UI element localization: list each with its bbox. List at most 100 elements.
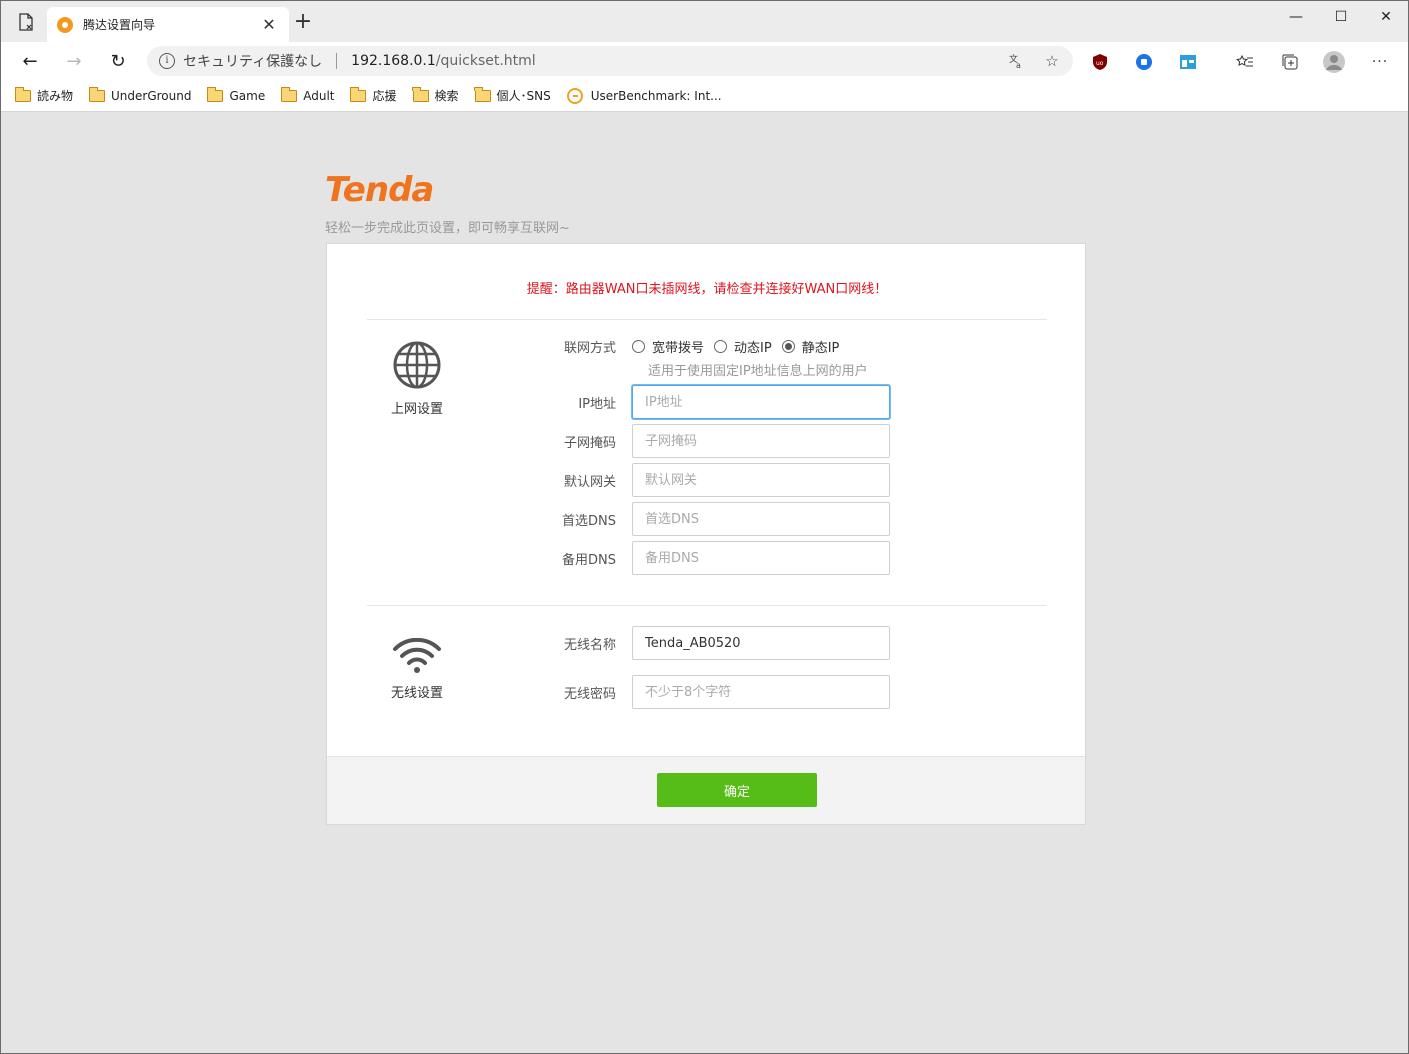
bookmark-item[interactable]: UserBenchmark: Int... (566, 87, 722, 104)
ssid-input[interactable] (632, 626, 890, 660)
settings-menu-icon[interactable]: ··· (1369, 51, 1391, 73)
gateway-label: 默认网关 (563, 474, 616, 490)
favorite-star-icon[interactable]: ☆ (1041, 51, 1063, 71)
wifi-icon (393, 637, 441, 673)
subnet-mask-input[interactable] (632, 424, 890, 458)
mode-label: 联网方式 (563, 341, 616, 356)
tab-close-icon[interactable]: ✕ (259, 15, 279, 34)
dns2-label: 备用DNS (562, 552, 616, 568)
internet-section-header: 上网设置 (387, 340, 447, 417)
wireless-section-label: 无线设置 (390, 686, 443, 701)
wireless-section-header: 无线设置 (387, 637, 447, 701)
confirm-button[interactable]: 确定 (657, 773, 817, 807)
bookmark-label: 個人･SNS (496, 89, 551, 103)
radio-pppoe[interactable]: 宽带拨号 (632, 337, 704, 356)
forward-button[interactable]: → (59, 47, 89, 75)
bookmark-label: 読み物 (37, 89, 74, 103)
bookmark-item[interactable]: 読み物 (14, 86, 74, 104)
mode-radio-group: 宽带拨号 动态IP 静态IP (632, 337, 849, 356)
maximize-button[interactable]: ☐ (1318, 1, 1364, 33)
bookmark-item[interactable]: 応援 (349, 86, 397, 104)
divider-middle (367, 605, 1047, 606)
svg-text:a: a (1016, 61, 1021, 69)
radio-circle-checked[interactable] (781, 340, 795, 353)
ssid-label: 无线名称 (563, 637, 616, 653)
folder-icon (474, 86, 491, 102)
internet-section-label: 上网设置 (390, 402, 443, 417)
ip-address-input[interactable] (632, 385, 890, 419)
bookmark-label: 検索 (434, 89, 459, 103)
globe-icon (393, 341, 441, 389)
ip-row: IP地址 (527, 385, 890, 419)
extension-window-icon[interactable] (1177, 51, 1199, 73)
bookmark-item[interactable]: 検索 (412, 86, 459, 104)
folder-icon (206, 86, 224, 102)
close-window-button[interactable]: ✕ (1363, 1, 1409, 33)
radio-dhcp-label: 动态IP (734, 341, 772, 356)
bookmark-item[interactable]: Adult (280, 86, 335, 103)
refresh-button[interactable]: ↻ (103, 47, 133, 75)
title-bar: 腾达设置向导 ✕ + — ☐ ✕ (1, 1, 1408, 42)
ublock-icon[interactable]: uo (1089, 51, 1111, 73)
card-footer: 确定 (327, 756, 1085, 824)
bookmark-item[interactable]: UnderGround (88, 86, 192, 103)
gateway-row: 默认网关 (527, 463, 890, 497)
radio-dhcp[interactable]: 动态IP (714, 337, 772, 356)
dns1-row: 首选DNS (527, 502, 890, 536)
gateway-input[interactable] (632, 463, 890, 497)
bookmark-label: UnderGround (111, 88, 192, 103)
favorites-list-icon[interactable] (1234, 51, 1256, 73)
security-status: セキュリティ保護なし (183, 54, 323, 70)
radio-circle[interactable] (632, 340, 645, 353)
bookmark-label: Adult (303, 88, 335, 103)
omnibox-divider (336, 53, 338, 69)
tab-actions-button[interactable] (13, 9, 39, 35)
browser-window: 腾达设置向导 ✕ + — ☐ ✕ ← → ↻ i セキュリティ保護なし 192.… (0, 0, 1409, 1054)
folder-icon (280, 86, 298, 102)
bookmark-item[interactable]: Game (206, 86, 266, 103)
info-icon[interactable]: i (159, 53, 175, 69)
tab-active[interactable]: 腾达设置向导 ✕ (47, 7, 289, 42)
new-tab-button[interactable]: + (291, 11, 315, 35)
mask-row: 子网掩码 (527, 424, 890, 458)
password-manager-icon[interactable] (1133, 51, 1155, 73)
password-label: 无线密码 (563, 686, 616, 702)
userbenchmark-icon (566, 87, 583, 104)
address-bar[interactable]: i セキュリティ保護なし 192.168.0.1/quickset.html 文… (147, 46, 1073, 76)
minimize-button[interactable]: — (1273, 1, 1319, 33)
password-row: 无线密码 (527, 675, 890, 709)
translate-icon[interactable]: 文a (1005, 51, 1027, 71)
divider-top (367, 319, 1047, 320)
tenda-logo: Tenda (325, 171, 434, 207)
folder-icon (88, 86, 106, 102)
omnibox-icons: 文a ☆ (1005, 51, 1063, 71)
ssid-row: 无线名称 (527, 626, 890, 660)
tagline: 轻松一步完成此页设置，即可畅享互联网~ (325, 221, 570, 236)
bookmark-label: 応援 (372, 89, 397, 103)
radio-static[interactable]: 静态IP (781, 337, 840, 356)
wan-warning: 提醒：路由器WAN口未插网线，请检查并连接好WAN口网线！ (526, 282, 888, 297)
svg-text:uo: uo (1096, 60, 1104, 67)
secondary-dns-input[interactable] (632, 541, 890, 575)
url-text[interactable]: 192.168.0.1/quickset.html (351, 53, 536, 69)
back-button[interactable]: ← (15, 47, 45, 75)
radio-circle[interactable] (714, 340, 728, 353)
radio-pppoe-label: 宽带拨号 (652, 341, 705, 356)
bookmark-item[interactable]: 個人･SNS (474, 86, 551, 104)
bookmark-label: UserBenchmark: Int... (590, 88, 722, 103)
dns2-row: 备用DNS (527, 541, 890, 575)
folder-icon (14, 86, 31, 102)
quickset-card: 提醒：路由器WAN口未插网线，请检查并连接好WAN口网线！ 上网设置 联网方式 … (326, 243, 1086, 825)
dns1-label: 首选DNS (562, 513, 616, 529)
bookmark-label: Game (229, 88, 266, 103)
tab-actions-icon (19, 13, 33, 31)
primary-dns-input[interactable] (632, 502, 890, 536)
tenda-favicon-icon (57, 16, 73, 33)
collections-icon[interactable] (1279, 51, 1301, 73)
svg-text:Tenda: Tenda (325, 171, 433, 207)
url-path: /quickset.html (435, 53, 536, 69)
wifi-password-input[interactable] (632, 675, 890, 709)
browser-toolbar: ← → ↻ i セキュリティ保護なし 192.168.0.1/quickset.… (1, 42, 1408, 80)
profile-avatar-icon[interactable] (1323, 51, 1345, 73)
radio-static-label: 静态IP (801, 341, 840, 356)
